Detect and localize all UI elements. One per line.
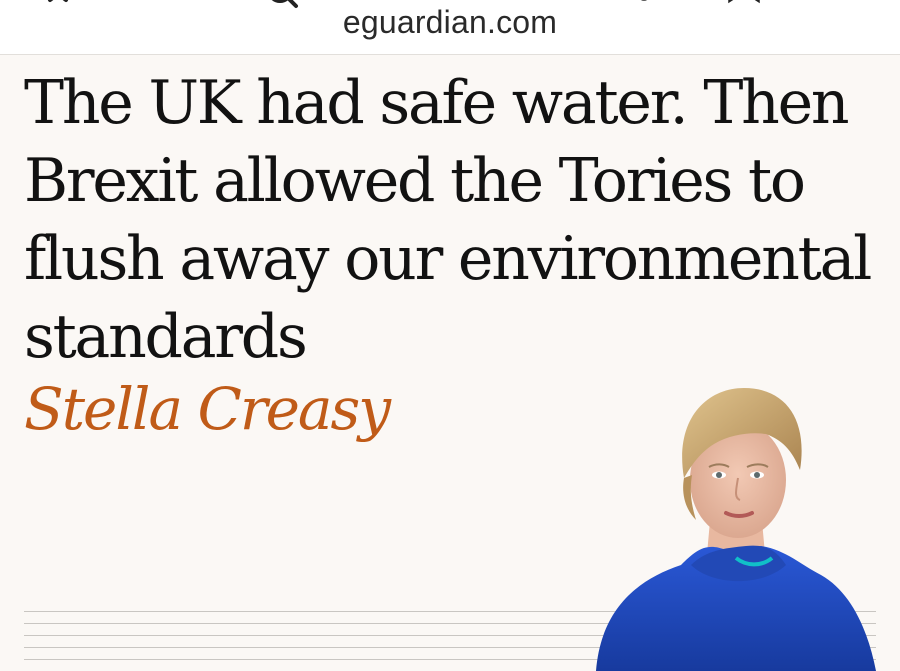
author-byline[interactable]: Stella Creasy xyxy=(24,374,391,444)
browser-top-bar: eguardian.com xyxy=(0,0,900,55)
more-icon[interactable] xyxy=(830,0,870,14)
author-portrait xyxy=(596,388,876,671)
share-icon[interactable] xyxy=(628,0,668,14)
bookmark-icon[interactable] xyxy=(726,0,766,14)
article-headline: The UK had safe water. Then Brexit allow… xyxy=(24,68,872,372)
